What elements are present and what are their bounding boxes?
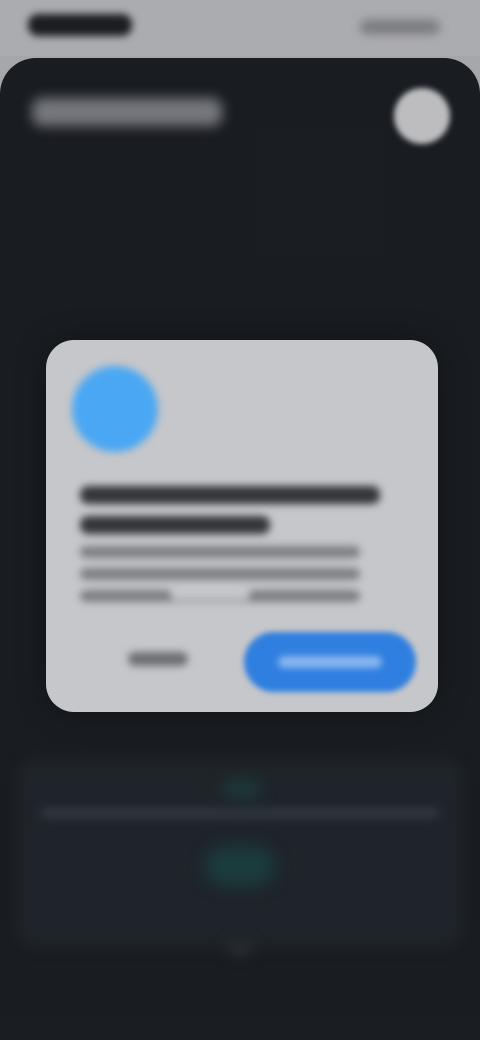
secondary-button[interactable] [88,632,228,686]
dialog-title [80,482,406,542]
primary-button[interactable] [244,632,416,692]
permission-dialog [46,340,438,712]
app-icon [72,366,158,452]
dialog-body [80,544,406,604]
